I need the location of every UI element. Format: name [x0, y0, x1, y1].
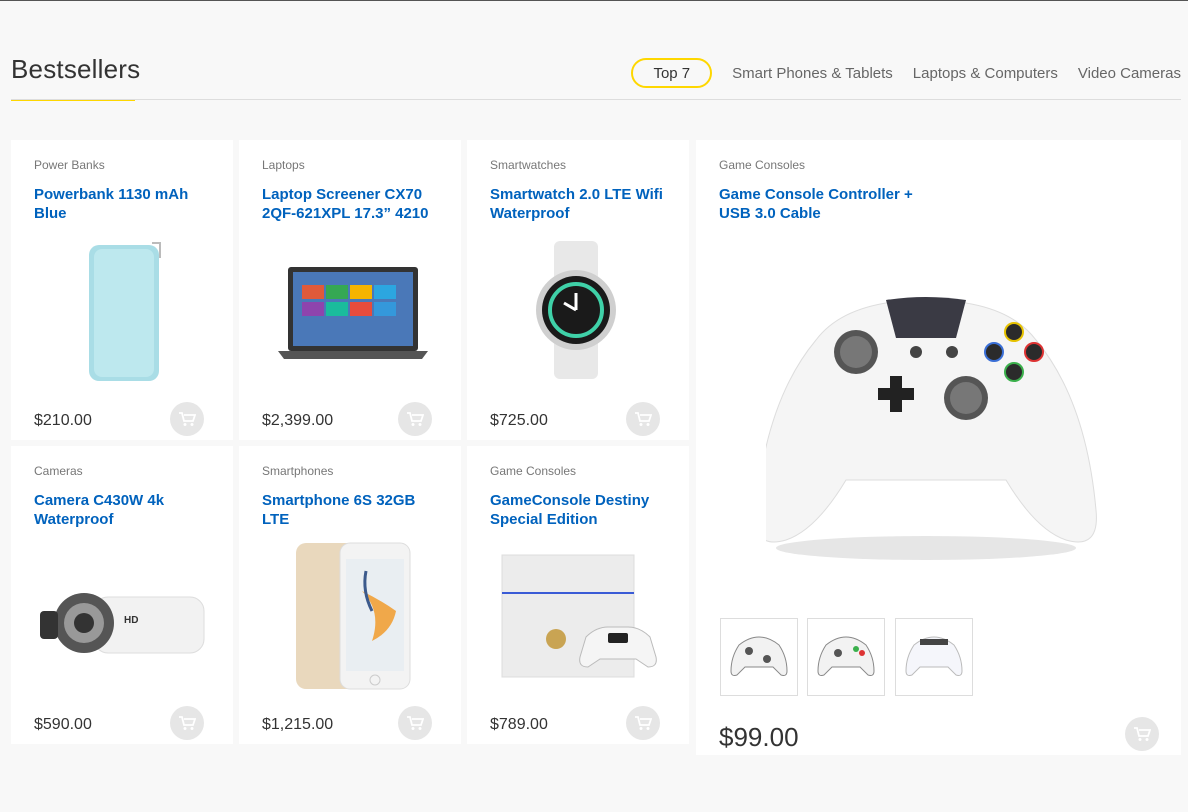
cart-icon: [1134, 727, 1151, 741]
tab-laptops-computers[interactable]: Laptops & Computers: [913, 65, 1058, 82]
product-category[interactable]: Laptops: [262, 158, 305, 172]
thumbnail[interactable]: [807, 618, 885, 696]
cart-icon: [179, 412, 196, 426]
product-category[interactable]: Game Consoles: [719, 158, 805, 172]
featured-product-card[interactable]: Game Consoles Game Console Controller + …: [696, 140, 1181, 755]
cart-icon: [407, 716, 424, 730]
product-image[interactable]: [490, 235, 670, 385]
product-category[interactable]: Smartphones: [262, 464, 333, 478]
product-price: $1,215.00: [262, 716, 334, 733]
cart-icon: [635, 716, 652, 730]
add-to-cart-button[interactable]: [398, 402, 432, 436]
product-card[interactable]: Game Consoles GameConsole Destiny Specia…: [467, 446, 689, 744]
product-name[interactable]: Game Console Controller + USB 3.0 Cable: [719, 185, 939, 223]
tab-smart-phones-tablets[interactable]: Smart Phones & Tablets: [732, 65, 893, 82]
featured-product-image[interactable]: [755, 280, 1106, 570]
product-image[interactable]: [262, 235, 442, 385]
product-image[interactable]: [34, 235, 214, 385]
add-to-cart-button[interactable]: [626, 706, 660, 740]
cart-icon: [407, 412, 424, 426]
top-rule: [0, 0, 1188, 1]
add-to-cart-button[interactable]: [1125, 717, 1159, 751]
add-to-cart-button[interactable]: [170, 402, 204, 436]
product-category[interactable]: Cameras: [34, 464, 83, 478]
product-price: $725.00: [490, 412, 548, 429]
product-price: $99.00: [719, 722, 799, 752]
add-to-cart-button[interactable]: [626, 402, 660, 436]
header-divider: [11, 99, 1181, 100]
svg-text:HD: HD: [124, 615, 138, 626]
product-name[interactable]: Smartwatch 2.0 LTE Wifi Waterproof: [490, 185, 670, 223]
product-name[interactable]: Powerbank 1130 mAh Blue: [34, 185, 214, 223]
product-card[interactable]: Smartwatches Smartwatch 2.0 LTE Wifi Wat…: [467, 140, 689, 440]
bestsellers-header: Bestsellers Top 7 Smart Phones & Tablets…: [11, 50, 1181, 101]
add-to-cart-button[interactable]: [170, 706, 204, 740]
product-card[interactable]: Laptops Laptop Screener CX70 2QF-621XPL …: [239, 140, 461, 440]
tab-top-7[interactable]: Top 7: [631, 58, 713, 88]
product-image[interactable]: [262, 541, 442, 691]
product-price: $2,399.00: [262, 412, 334, 429]
product-name[interactable]: Laptop Screener CX70 2QF-621XPL 17.3” 42…: [262, 185, 442, 223]
product-price: $590.00: [34, 716, 92, 733]
thumbnail[interactable]: [720, 618, 798, 696]
thumbnail[interactable]: [895, 618, 973, 696]
product-card[interactable]: Smartphones Smartphone 6S 32GB LTE $1,21…: [239, 446, 461, 744]
product-image[interactable]: [490, 541, 670, 691]
product-name[interactable]: GameConsole Destiny Special Edition: [490, 491, 670, 529]
product-category[interactable]: Game Consoles: [490, 464, 576, 478]
cart-icon: [635, 412, 652, 426]
section-title: Bestsellers: [11, 54, 141, 84]
product-price: $210.00: [34, 412, 92, 429]
tab-bar: Top 7 Smart Phones & Tablets Laptops & C…: [611, 58, 1181, 88]
cart-icon: [179, 716, 196, 730]
product-card[interactable]: Power Banks Powerbank 1130 mAh Blue $210…: [11, 140, 233, 440]
product-card[interactable]: Cameras Camera C430W 4k Waterproof HD $5…: [11, 446, 233, 744]
product-price: $789.00: [490, 716, 548, 733]
product-category[interactable]: Power Banks: [34, 158, 105, 172]
tab-video-cameras[interactable]: Video Cameras: [1078, 65, 1181, 82]
add-to-cart-button[interactable]: [398, 706, 432, 740]
product-category[interactable]: Smartwatches: [490, 158, 566, 172]
product-name[interactable]: Smartphone 6S 32GB LTE: [262, 491, 442, 529]
product-name[interactable]: Camera C430W 4k Waterproof: [34, 491, 214, 529]
product-image[interactable]: HD: [34, 541, 214, 691]
